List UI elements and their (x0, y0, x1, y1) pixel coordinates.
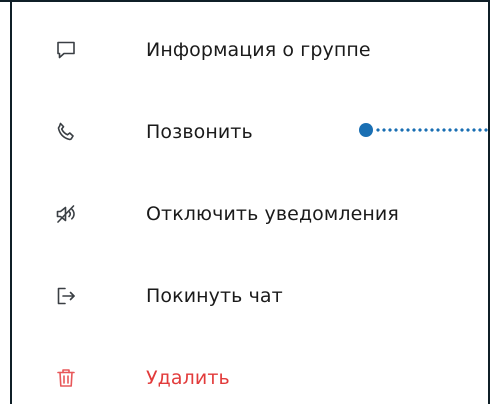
callout-dot (359, 123, 373, 137)
menu-item-label: Отключить уведомления (146, 203, 399, 225)
menu-item-mute-notifications[interactable]: Отключить уведомления (12, 174, 488, 254)
menu-item-label: Информация о группе (146, 39, 371, 61)
phone-icon (54, 120, 78, 144)
leave-icon (54, 284, 78, 308)
trash-icon (54, 366, 78, 390)
chat-bubble-icon (54, 38, 78, 62)
menu-item-label: Удалить (146, 367, 230, 389)
context-menu-window: Информация о группе Позвонить Отключить … (0, 0, 490, 404)
muted-speaker-icon (54, 202, 78, 226)
menu-item-leave-chat[interactable]: Покинуть чат (12, 256, 488, 336)
chat-actions-menu: Информация о группе Позвонить Отключить … (12, 2, 488, 404)
menu-item-group-info[interactable]: Информация о группе (12, 10, 488, 90)
callout-pointer (359, 123, 490, 137)
menu-item-delete[interactable]: Удалить (12, 338, 488, 418)
callout-dotted-line (375, 128, 488, 132)
menu-item-label: Позвонить (146, 121, 253, 143)
menu-item-label: Покинуть чат (146, 285, 283, 307)
